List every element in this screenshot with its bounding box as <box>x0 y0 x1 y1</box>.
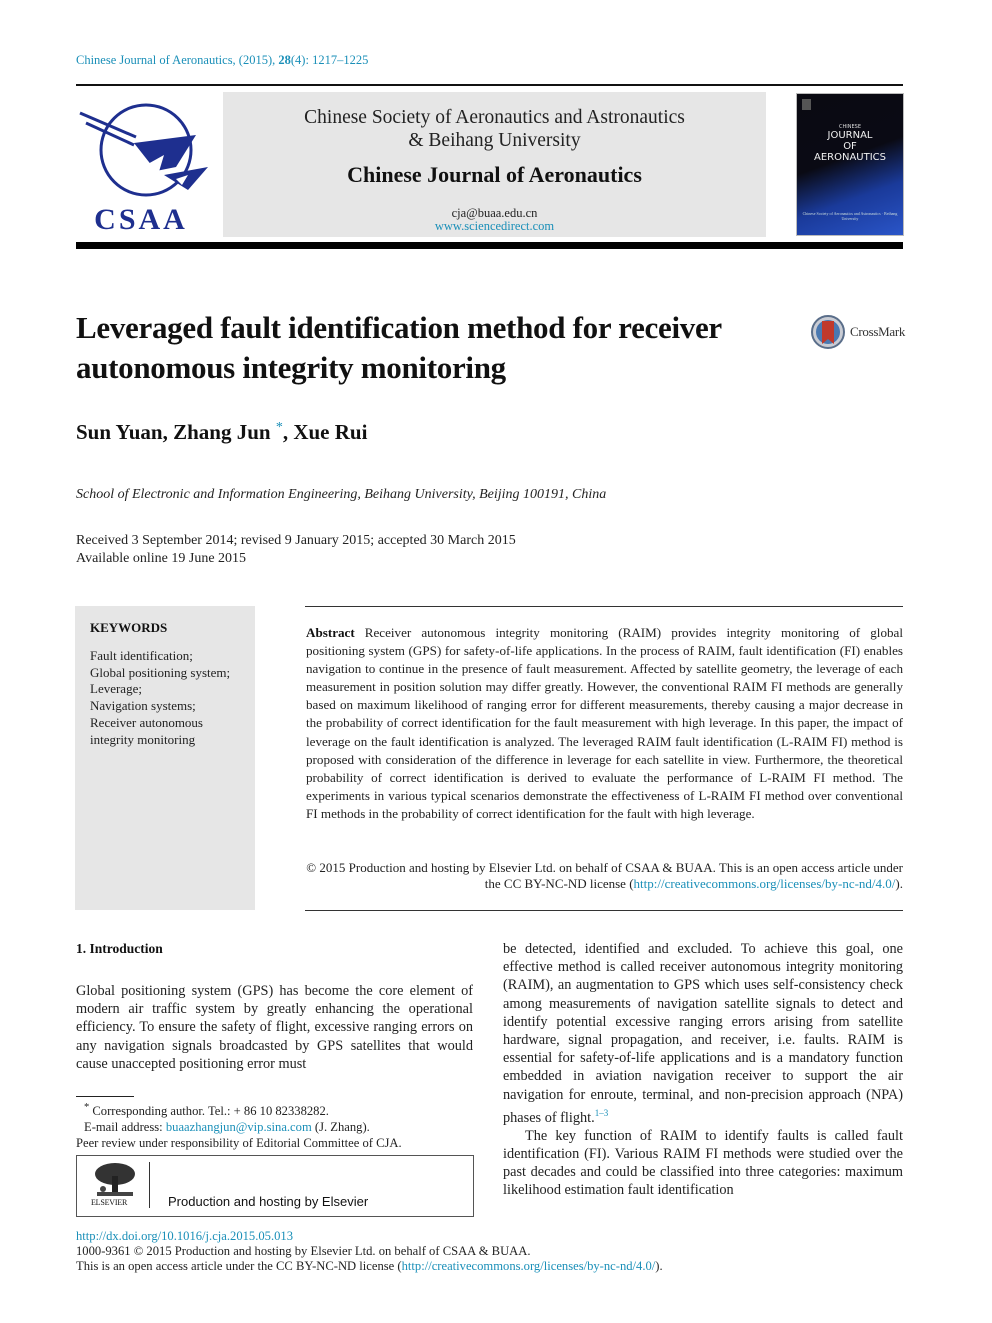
cover-title: JOURNAL OF AERONAUTICS <box>813 130 886 163</box>
citation-issue-pages: (4): 1217–1225 <box>290 53 369 67</box>
doi-link[interactable]: http://dx.doi.org/10.1016/j.cja.2015.05.… <box>76 1229 293 1243</box>
email-note: E-mail address: buaazhangjun@vip.sina.co… <box>84 1120 370 1135</box>
author-list: Sun Yuan, Zhang Jun *, Xue Rui <box>76 420 367 445</box>
keywords-heading: KEYWORDS <box>90 620 168 635</box>
license-link[interactable]: http://creativecommons.org/licenses/by-n… <box>634 876 896 891</box>
header-rule-thick <box>76 242 903 249</box>
corresponding-author-note: * Corresponding author. Tel.: + 86 10 82… <box>84 1102 329 1119</box>
abstract-text: Receiver autonomous integrity monitoring… <box>306 625 903 821</box>
keyword-item: Receiver autonomous integrity monitoring <box>90 714 203 747</box>
abstract-copyright: © 2015 Production and hosting by Elsevie… <box>306 860 903 891</box>
crossmark-badge[interactable]: CrossMark <box>810 314 905 350</box>
abstract-label: Abstract <box>306 625 355 640</box>
sciencedirect-link[interactable]: www.sciencedirect.com <box>223 219 766 234</box>
license-line: This is an open access article under the… <box>76 1259 663 1273</box>
intro-paragraph: be detected, identified and excluded. To… <box>503 941 903 1126</box>
cover-elsevier-logo-icon <box>802 99 811 110</box>
production-label: Production and hosting by Elsevier <box>168 1194 369 1209</box>
abstract: Abstract Receiver autonomous integrity mo… <box>306 624 903 823</box>
journal-citation[interactable]: Chinese Journal of Aeronautics, (2015), … <box>76 53 368 68</box>
available-online-date: Available online 19 June 2015 <box>76 551 247 566</box>
footer-license-link[interactable]: http://creativecommons.org/licenses/by-n… <box>402 1259 656 1273</box>
elsevier-tree-icon <box>95 1163 135 1196</box>
keyword-item: Navigation systems; <box>90 698 196 714</box>
journal-name: Chinese Journal of Aeronautics <box>347 162 642 187</box>
intro-paragraph: The key function of RAIM to identify fau… <box>503 1127 903 1199</box>
keyword-item: Global positioning system; <box>90 664 231 680</box>
header-rule-top <box>76 84 903 86</box>
footnotes: * Corresponding author. Tel.: + 86 10 82… <box>76 1100 476 1151</box>
reference-link[interactable]: 1–3 <box>595 1108 609 1118</box>
citation-volume: 28 <box>278 53 291 67</box>
intro-left-column: Global positioning system (GPS) has beco… <box>76 983 473 1072</box>
affiliation: School of Electronic and Information Eng… <box>76 487 607 502</box>
crossmark-icon <box>811 315 845 349</box>
abstract-rule-bottom <box>305 910 903 911</box>
keywords-box: KEYWORDS Fault identification; Global po… <box>75 606 255 910</box>
peer-review-note: Peer review under responsibility of Edit… <box>76 1136 402 1151</box>
authors-part1: Sun Yuan, Zhang Jun <box>76 420 271 444</box>
keywords-list: Fault identification; Global positioning… <box>90 648 250 748</box>
section-heading-introduction: 1. Introduction <box>76 941 163 956</box>
elsevier-logo-label: ELSEVIER <box>91 1198 128 1207</box>
article-title: Leveraged fault identification method fo… <box>76 310 722 385</box>
elsevier-production-box: ELSEVIER Production and hosting by Elsev… <box>76 1155 474 1217</box>
csaa-logo-text: CSAA <box>94 203 188 236</box>
author-email-link[interactable]: buaazhangjun@vip.sina.com <box>166 1120 312 1134</box>
society-name: Chinese Society of Aeronautics and Astro… <box>304 107 685 151</box>
corresponding-author-marker[interactable]: * <box>276 420 283 435</box>
crossmark-label: CrossMark <box>850 324 906 339</box>
page-footer: http://dx.doi.org/10.1016/j.cja.2015.05.… <box>76 1229 916 1274</box>
abstract-rule-top <box>305 606 903 607</box>
journal-cover-image: CHINESE JOURNAL OF AERONAUTICS Chinese S… <box>796 93 904 236</box>
elsevier-box-divider <box>149 1162 150 1208</box>
citation-journal: Chinese Journal of Aeronautics, (2015), <box>76 53 279 67</box>
intro-right-column: be detected, identified and excluded. To… <box>503 940 903 1200</box>
journal-banner: Chinese Society of Aeronautics and Astro… <box>223 92 766 237</box>
received-dates: Received 3 September 2014; revised 9 Jan… <box>76 533 516 548</box>
footnote-rule <box>76 1096 134 1097</box>
csaa-emblem-icon <box>79 103 208 197</box>
keyword-item: Leverage; <box>90 681 142 697</box>
article-dates: Received 3 September 2014; revised 9 Jan… <box>76 532 516 568</box>
keyword-item: Fault identification; <box>90 648 193 663</box>
authors-part2: , Xue Rui <box>282 420 368 444</box>
issn-line: 1000-9361 © 2015 Production and hosting … <box>76 1244 531 1258</box>
cover-footer: Chinese Society of Aeronautics and Astro… <box>802 211 898 221</box>
